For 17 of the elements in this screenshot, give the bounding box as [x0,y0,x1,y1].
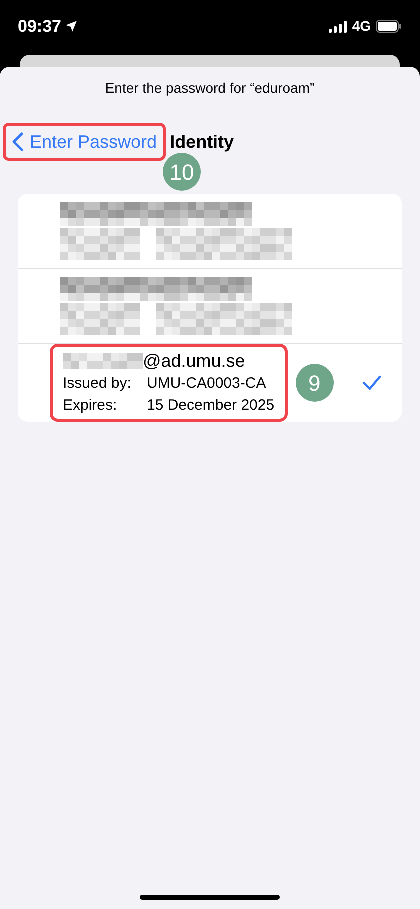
issued-by-label: Issued by: [63,374,132,394]
identity-email: @ad.umu.se [143,350,246,373]
issuer-value: UMU-CA0003-CA [147,374,266,394]
page-title: Identity [170,130,234,154]
step-badge: 9 [296,364,334,402]
back-button[interactable]: Enter Password [3,123,166,161]
location-arrow-icon [65,20,78,33]
signal-icon [329,20,348,32]
identity-row[interactable]: @ad.umu.se Issued by: UMU-CA0003-CA Expires: 15 December 2025 9 [18,344,402,422]
step-badge: 10 [163,153,201,191]
network-type: 4G [352,17,371,36]
sheet-prompt: Enter the password for “eduroam” [105,79,315,98]
chevron-left-icon [12,132,24,152]
expiry-value: 15 December 2025 [147,396,275,416]
clock: 09:37 [18,16,62,38]
expires-label: Expires: [63,396,118,416]
battery-icon [376,20,402,33]
